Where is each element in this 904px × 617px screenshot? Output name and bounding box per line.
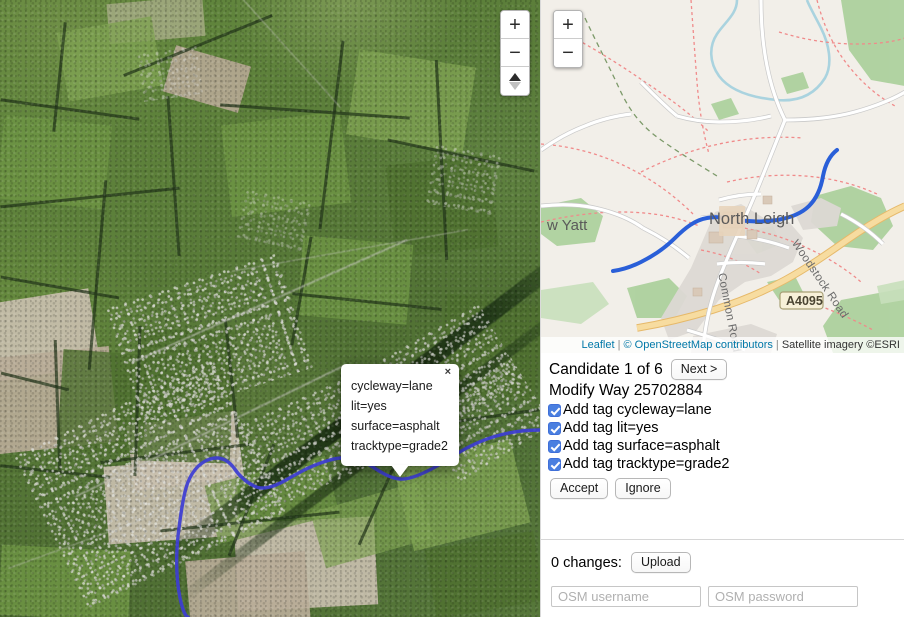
osm-zoom-in-button[interactable]: +: [554, 11, 582, 39]
changes-count: 0 changes:: [551, 555, 622, 571]
accept-button[interactable]: Accept: [550, 478, 608, 499]
credentials-row: [551, 586, 894, 607]
leaflet-link[interactable]: Leaflet: [582, 339, 615, 351]
imagery-attribution: Satellite imagery ©ESRI: [782, 339, 900, 351]
tag-row[interactable]: Add tag lit=yes: [544, 419, 904, 437]
tag-row[interactable]: Add tag cycleway=lane: [544, 401, 904, 419]
modify-way-text: Modify Way 25702884: [544, 382, 904, 400]
osm-username-input[interactable]: [551, 586, 701, 607]
tag-label: Add tag surface=asphalt: [563, 437, 720, 455]
tag-checkbox-cycleway[interactable]: [548, 404, 561, 417]
panel-spacer: [541, 499, 904, 539]
tag-label: Add tag lit=yes: [563, 419, 659, 437]
application-window: + − × cycleway=lane lit=yes surface=asph…: [0, 0, 904, 617]
osm-zoom-out-button[interactable]: −: [554, 39, 582, 67]
candidate-actions: Accept Ignore: [544, 473, 904, 499]
map-attribution: Leaflet | © OpenStreetMap contributors |…: [541, 337, 904, 353]
candidate-counter: Candidate 1 of 6: [549, 361, 663, 379]
satellite-map[interactable]: + − × cycleway=lane lit=yes surface=asph…: [0, 0, 540, 617]
tag-checkbox-surface[interactable]: [548, 440, 561, 453]
openstreetmap-link[interactable]: © OpenStreetMap contributors: [624, 339, 773, 351]
upload-button[interactable]: Upload: [631, 552, 691, 573]
highlighted-way-satellite: [0, 0, 540, 617]
changes-row: 0 changes: Upload: [551, 552, 894, 573]
right-panel: North Leigh w Yatt Woodstock Road Common…: [540, 0, 904, 617]
attr-separator: |: [615, 339, 624, 351]
tag-checkbox-list: Add tag cycleway=lane Add tag lit=yes Ad…: [544, 401, 904, 473]
tag-label: Add tag cycleway=lane: [563, 401, 712, 419]
osm-map[interactable]: North Leigh w Yatt Woodstock Road Common…: [541, 0, 904, 353]
map-label-north-leigh: North Leigh: [709, 210, 794, 229]
popup-tag-line: tracktype=grade2: [351, 436, 445, 456]
satellite-map-controls[interactable]: + −: [500, 10, 530, 96]
map-label-a4095: A4095: [786, 294, 823, 308]
tag-popup[interactable]: × cycleway=lane lit=yes surface=asphalt …: [341, 364, 459, 466]
tag-label: Add tag tracktype=grade2: [563, 455, 729, 473]
popup-tag-line: surface=asphalt: [351, 416, 445, 436]
tag-row[interactable]: Add tag surface=asphalt: [544, 437, 904, 455]
ignore-button[interactable]: Ignore: [615, 478, 670, 499]
popup-tag-line: lit=yes: [351, 396, 445, 416]
satellite-zoom-out-button[interactable]: −: [501, 39, 529, 67]
tag-checkbox-tracktype[interactable]: [548, 458, 561, 471]
close-icon[interactable]: ×: [442, 365, 454, 380]
next-candidate-button[interactable]: Next >: [671, 359, 727, 380]
upload-bar: 0 changes: Upload: [541, 539, 904, 617]
map-label-new-yatt: w Yatt: [547, 217, 587, 234]
osm-password-input[interactable]: [708, 586, 858, 607]
attr-separator: |: [773, 339, 782, 351]
popup-tag-line: cycleway=lane: [351, 376, 445, 396]
popup-pointer: [391, 465, 409, 477]
triangle-up-icon: [509, 73, 521, 81]
satellite-zoom-in-button[interactable]: +: [501, 11, 529, 39]
candidate-editor: Candidate 1 of 6 Next > Modify Way 25702…: [541, 353, 904, 499]
tag-row[interactable]: Add tag tracktype=grade2: [544, 455, 904, 473]
tag-checkbox-lit[interactable]: [548, 422, 561, 435]
compass-control[interactable]: [501, 67, 529, 95]
osm-map-controls[interactable]: + −: [553, 10, 583, 68]
triangle-down-icon: [509, 82, 521, 90]
candidate-counter-row: Candidate 1 of 6 Next >: [544, 358, 904, 381]
